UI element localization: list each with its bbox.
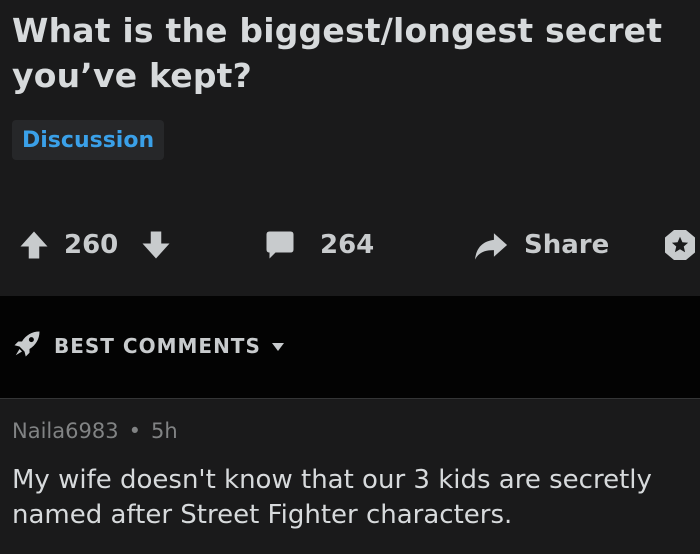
comment-bubble-icon [262,227,298,263]
share-label: Share [524,230,610,260]
save-button[interactable] [662,222,698,268]
comment-meta: Naila6983 • 5h [12,419,178,443]
upvote-arrow-icon [16,227,52,263]
post-actions-bar: 260 264 Share [0,222,700,268]
score-value: 260 [64,230,119,260]
share-button[interactable]: Share [472,222,609,268]
post-card: What is the biggest/longest secret you’v… [0,0,700,296]
downvote-button[interactable] [138,222,174,268]
comment: Naila6983 • 5h My wife doesn't know that… [0,398,700,554]
comment-author[interactable]: Naila6983 [12,419,119,443]
meta-separator: • [128,419,141,443]
sort-dropdown[interactable]: BEST COMMENTS [12,326,285,366]
chevron-down-icon [271,337,285,356]
rocket-icon [12,329,42,363]
comment-count: 264 [320,230,375,260]
upvote-button[interactable] [16,222,52,268]
score-count: 260 [64,222,118,268]
comments-button[interactable]: 264 [262,222,374,268]
comment-sort-bar: BEST COMMENTS [0,296,700,398]
post-title: What is the biggest/longest secret you’v… [12,11,663,95]
comment-body: My wife doesn't know that our 3 kids are… [12,465,652,530]
save-star-icon [662,227,698,263]
share-arrow-icon [472,227,510,263]
downvote-arrow-icon [138,227,174,263]
comment-age: 5h [150,419,178,443]
sort-label: BEST COMMENTS [54,334,261,358]
flair-badge[interactable]: Discussion [12,120,165,160]
